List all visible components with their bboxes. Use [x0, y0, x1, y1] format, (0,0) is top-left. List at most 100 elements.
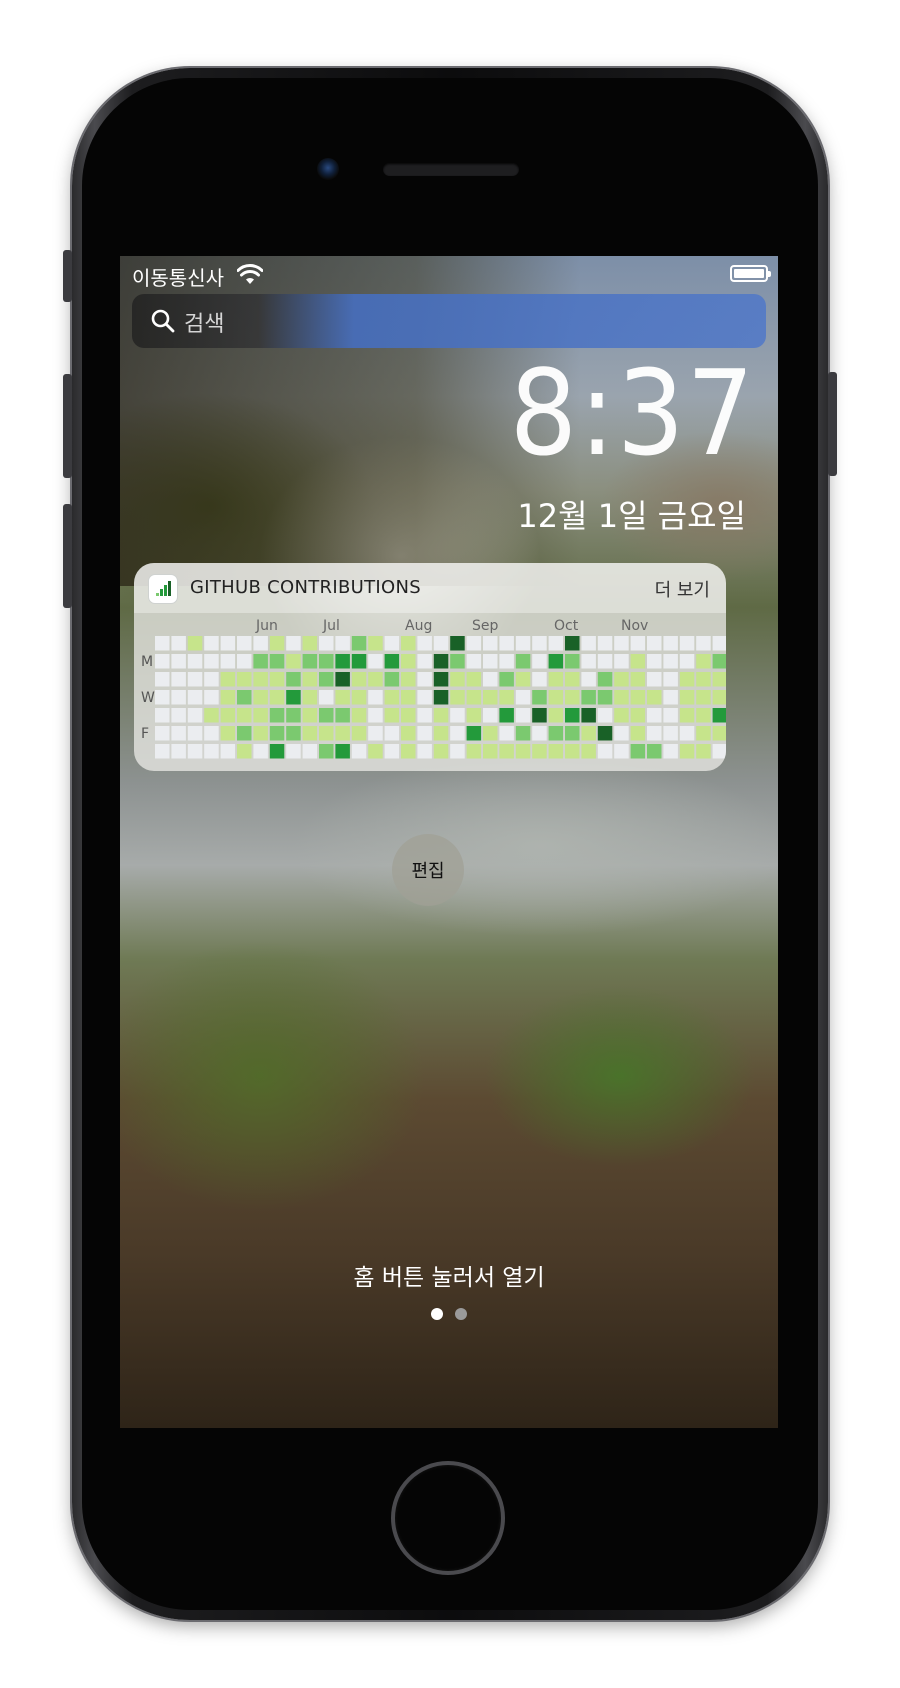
- contribution-day-cell: [302, 654, 318, 669]
- contribution-day-cell: [187, 690, 203, 705]
- home-button[interactable]: [391, 1461, 505, 1575]
- contribution-day-cell: [335, 654, 350, 669]
- battery-icon: [730, 265, 771, 282]
- contribution-day-cell: [515, 708, 531, 723]
- contribution-day-cell: [466, 654, 482, 669]
- contribution-day-cell: [171, 636, 186, 651]
- contribution-day-cell: [450, 672, 465, 687]
- contribution-day-cell: [384, 636, 400, 651]
- contribution-day-cell: [597, 636, 613, 651]
- contribution-day-cell: [433, 654, 449, 669]
- contribution-day-cell: [532, 654, 547, 669]
- contribution-day-cell: [253, 744, 268, 759]
- contribution-day-cell: [187, 744, 203, 759]
- contribution-day-cell: [450, 636, 465, 651]
- contribution-day-cell: [679, 690, 695, 705]
- page-dot[interactable]: [431, 1308, 443, 1320]
- contribution-day-cell: [499, 690, 514, 705]
- github-contributions-widget[interactable]: GITHUB CONTRIBUTIONS 더 보기 Jun Jul Aug Se…: [134, 563, 726, 771]
- contribution-day-cell: [417, 654, 432, 669]
- contribution-day-cell: [286, 672, 301, 687]
- contribution-day-cell: [548, 672, 564, 687]
- contribution-day-cell: [220, 708, 236, 723]
- contribution-day-cell: [204, 654, 219, 669]
- contribution-day-cell: [351, 708, 367, 723]
- contribution-day-cell: [237, 726, 252, 741]
- contribution-day-cell: [466, 672, 482, 687]
- contribution-day-cell: [433, 636, 449, 651]
- contribution-day-cell: [319, 690, 334, 705]
- contribution-day-cell: [302, 726, 318, 741]
- contribution-day-cell: [450, 654, 465, 669]
- page-indicator[interactable]: [120, 1308, 778, 1322]
- contribution-day-cell: [401, 708, 416, 723]
- contribution-day-cell: [237, 654, 252, 669]
- contribution-day-cell: [155, 726, 170, 741]
- contribution-day-cell: [220, 744, 236, 759]
- contribution-day-cell: [253, 654, 268, 669]
- contribution-day-cell: [171, 708, 186, 723]
- contribution-day-cell: [253, 690, 268, 705]
- contribution-day-cell: [286, 744, 301, 759]
- contribution-day-cell: [483, 690, 498, 705]
- lock-screen: 이동통신사 검색 8:37 12월 1일 금요일 GITHUB CONTRIBU…: [120, 256, 778, 1428]
- contribution-day-cell: [597, 708, 613, 723]
- contribution-day-cell: [401, 744, 416, 759]
- contribution-day-cell: [171, 654, 186, 669]
- contribution-day-cell: [647, 726, 662, 741]
- contribution-day-cell: [401, 636, 416, 651]
- contribution-day-cell: [384, 672, 400, 687]
- contribution-day-cell: [515, 636, 531, 651]
- contribution-day-cell: [499, 744, 514, 759]
- contribution-day-cell: [319, 636, 334, 651]
- contribution-day-cell: [351, 690, 367, 705]
- contribution-day-cell: [155, 708, 170, 723]
- contribution-day-cell: [532, 708, 547, 723]
- contribution-day-cell: [565, 726, 580, 741]
- contribution-day-cell: [155, 744, 170, 759]
- contribution-day-cell: [532, 636, 547, 651]
- contribution-day-cell: [253, 726, 268, 741]
- contribution-day-cell: [466, 690, 482, 705]
- power-button: [828, 372, 837, 476]
- contribution-day-cell: [220, 654, 236, 669]
- contribution-day-cell: [302, 744, 318, 759]
- contribution-day-cell: [187, 726, 203, 741]
- contribution-day-cell: [187, 654, 203, 669]
- contribution-day-cell: [581, 744, 596, 759]
- contribution-day-cell: [515, 690, 531, 705]
- contribution-day-cell: [532, 726, 547, 741]
- contribution-day-cell: [351, 726, 367, 741]
- contribution-day-cell: [630, 672, 646, 687]
- contribution-day-cell: [696, 708, 711, 723]
- contribution-day-cell: [548, 708, 564, 723]
- page-dot[interactable]: [455, 1308, 467, 1320]
- contribution-day-cell: [466, 636, 482, 651]
- contribution-day-cell: [253, 708, 268, 723]
- lock-date: 12월 1일 금요일: [517, 497, 746, 535]
- contribution-day-cell: [269, 708, 285, 723]
- search-bar[interactable]: 검색: [132, 294, 766, 348]
- volume-down-button: [63, 504, 72, 608]
- contribution-day-cell: [548, 654, 564, 669]
- contribution-day-cell: [565, 654, 580, 669]
- contribution-day-cell: [630, 654, 646, 669]
- contribution-day-cell: [679, 708, 695, 723]
- contribution-day-cell: [581, 726, 596, 741]
- contribution-day-cell: [237, 672, 252, 687]
- contribution-day-cell: [483, 672, 498, 687]
- contribution-day-cell: [548, 726, 564, 741]
- contribution-day-cell: [466, 744, 482, 759]
- contribution-day-cell: [417, 690, 432, 705]
- contribution-day-cell: [614, 708, 629, 723]
- contribution-day-cell: [335, 708, 350, 723]
- contribution-day-cell: [532, 672, 547, 687]
- contribution-day-cell: [319, 744, 334, 759]
- contribution-day-cell: [450, 726, 465, 741]
- contribution-day-cell: [401, 654, 416, 669]
- edit-widgets-button[interactable]: 편집: [392, 834, 464, 906]
- contribution-day-cell: [647, 744, 662, 759]
- contribution-day-cell: [696, 636, 711, 651]
- contribution-day-cell: [237, 744, 252, 759]
- contribution-day-cell: [155, 690, 170, 705]
